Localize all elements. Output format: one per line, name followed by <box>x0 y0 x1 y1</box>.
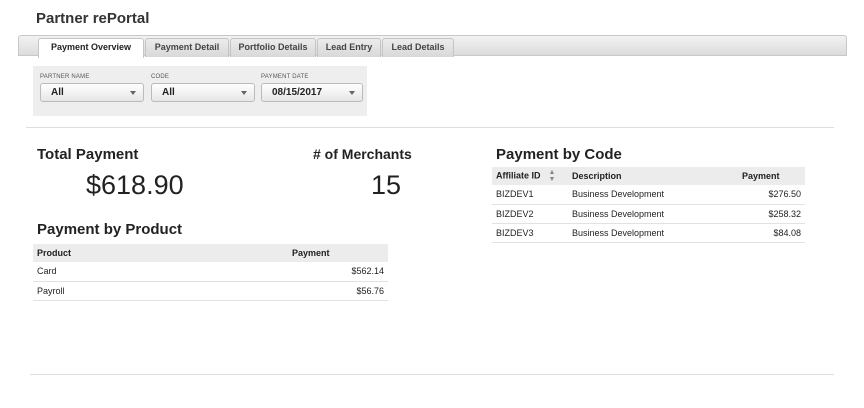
filter-panel: PARTNER NAME All CODE All PAYMENT DATE 0… <box>33 66 367 116</box>
column-header-affiliate-id[interactable]: Affiliate ID ▲ ▼ <box>492 167 568 185</box>
bottom-divider <box>30 374 834 375</box>
description-cell: Business Development <box>568 204 738 224</box>
payment-by-product-title: Payment by Product <box>37 221 183 238</box>
payment-date-label: PAYMENT DATE <box>261 74 309 80</box>
payment-by-code-title: Payment by Code <box>496 146 622 163</box>
payment-cell: $56.76 <box>288 281 388 301</box>
affiliate-id-cell: BIZDEV2 <box>492 204 568 224</box>
table-header-row: Affiliate ID ▲ ▼ Description Payment <box>492 167 805 185</box>
table-row[interactable]: Card $562.14 <box>33 262 388 282</box>
chevron-down-icon <box>349 91 355 95</box>
table-row[interactable]: BIZDEV2 Business Development $258.32 <box>492 204 805 224</box>
column-header-product[interactable]: Product <box>33 244 288 262</box>
description-cell: Business Development <box>568 223 738 243</box>
payment-date-value: 08/15/2017 <box>272 87 323 98</box>
affiliate-id-header-label: Affiliate ID <box>496 170 541 181</box>
tab-lead-details[interactable]: Lead Details <box>382 38 454 57</box>
payment-cell: $84.08 <box>738 223 805 243</box>
partner-name-value: All <box>51 87 64 98</box>
payment-by-product-table: Product Payment Card $562.14 Payroll $56… <box>33 244 388 301</box>
tab-payment-detail[interactable]: Payment Detail <box>145 38 229 57</box>
tab-payment-overview[interactable]: Payment Overview <box>38 38 144 58</box>
payment-cell: $562.14 <box>288 262 388 282</box>
code-select[interactable]: All <box>151 83 255 102</box>
divider <box>26 127 834 128</box>
code-filter: CODE All <box>151 71 255 102</box>
affiliate-id-cell: BIZDEV1 <box>492 185 568 205</box>
merchants-title: # of Merchants <box>313 146 412 162</box>
description-cell: Business Development <box>568 185 738 205</box>
column-header-description[interactable]: Description <box>568 167 738 185</box>
app-title: Partner rePortal <box>36 10 150 27</box>
partner-name-filter: PARTNER NAME All <box>40 71 144 102</box>
tab-bar: Payment Overview Payment Detail Portfoli… <box>18 35 847 58</box>
partner-name-select[interactable]: All <box>40 83 144 102</box>
code-value: All <box>162 87 175 98</box>
merchants-value: 15 <box>371 170 402 200</box>
affiliate-id-cell: BIZDEV3 <box>492 223 568 243</box>
tab-portfolio-details[interactable]: Portfolio Details <box>230 38 316 57</box>
sort-updown-icon[interactable]: ▲ ▼ <box>549 169 556 183</box>
payment-cell: $276.50 <box>738 185 805 205</box>
table-row[interactable]: BIZDEV1 Business Development $276.50 <box>492 185 805 205</box>
chevron-down-icon <box>130 91 136 95</box>
partner-name-label: PARTNER NAME <box>40 74 90 80</box>
table-header-row: Product Payment <box>33 244 388 262</box>
payment-by-code-table: Affiliate ID ▲ ▼ Description Payment BIZDE… <box>492 167 805 243</box>
table-row[interactable]: BIZDEV3 Business Development $84.08 <box>492 223 805 243</box>
table-row[interactable]: Payroll $56.76 <box>33 281 388 301</box>
chevron-down-icon <box>241 91 247 95</box>
tab-lead-entry[interactable]: Lead Entry <box>317 38 381 57</box>
total-payment-value: $618.90 <box>86 170 184 200</box>
product-cell: Card <box>33 262 288 282</box>
product-cell: Payroll <box>33 281 288 301</box>
code-label: CODE <box>151 74 170 80</box>
payment-cell: $258.32 <box>738 204 805 224</box>
column-header-payment[interactable]: Payment <box>738 167 805 185</box>
payment-date-filter: PAYMENT DATE 08/15/2017 <box>261 71 363 102</box>
column-header-payment[interactable]: Payment <box>288 244 388 262</box>
payment-date-select[interactable]: 08/15/2017 <box>261 83 363 102</box>
total-payment-title: Total Payment <box>37 146 139 163</box>
